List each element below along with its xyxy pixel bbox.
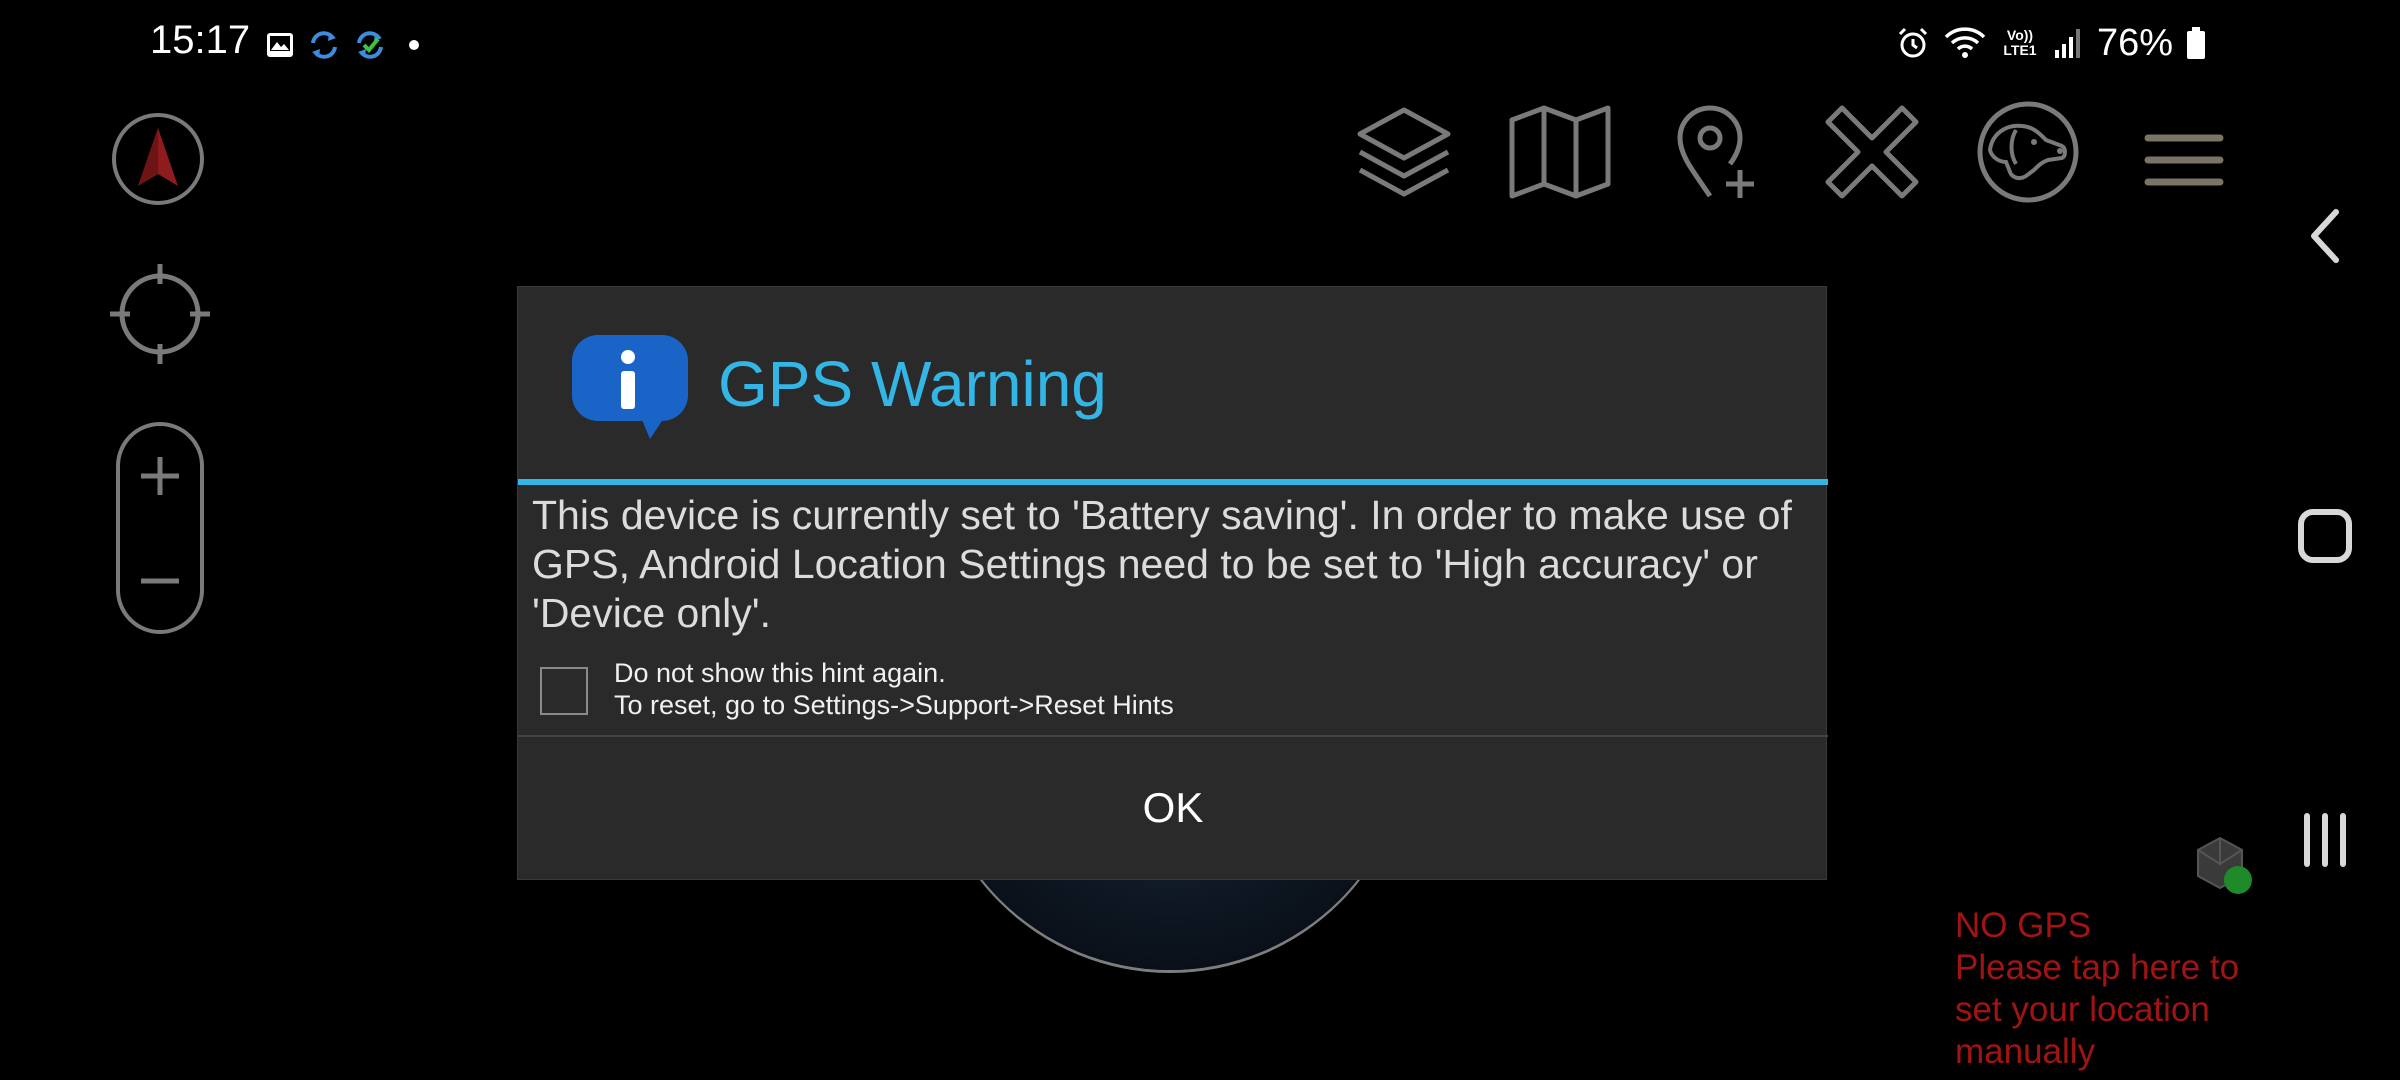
avatar-icon: [2197, 836, 2252, 894]
compass-button[interactable]: [112, 113, 204, 205]
dog-button[interactable]: [1976, 100, 2080, 204]
status-time: 15:17: [150, 18, 251, 62]
gps-warning-dialog: GPS Warning This device is currently set…: [517, 286, 1828, 880]
status-right-icons: Vo)) LTE1 76%: [1895, 18, 2207, 68]
status-bar: 15:17 Vo)) LTE1 76%: [0, 0, 2400, 90]
compass-arrow-icon: [138, 128, 178, 186]
add-location-button[interactable]: [1664, 100, 1768, 204]
plus-icon: [141, 457, 179, 495]
add-location-pin-icon: [1677, 105, 1754, 198]
sync-green-icon: [357, 31, 383, 59]
hint-line-2: To reset, go to Settings->Support->Reset…: [614, 690, 1174, 720]
wifi-icon: [1944, 27, 1986, 58]
status-left-icons: [265, 25, 429, 65]
no-gps-title: NO GPS: [1955, 906, 2092, 945]
nav-back-button[interactable]: [2290, 196, 2360, 276]
ok-button[interactable]: OK: [518, 737, 1828, 879]
app-screen: 15:17 Vo)) LTE1 76% GPS Warning This dev…: [0, 0, 2400, 1080]
dialog-title: GPS Warning: [718, 348, 1107, 420]
close-button[interactable]: [1820, 100, 1924, 204]
recents-icon: [2304, 813, 2346, 867]
dog-icon: [1977, 101, 2079, 203]
close-x-icon: [1825, 105, 1919, 199]
layers-button[interactable]: [1352, 100, 1456, 204]
nav-recents-button[interactable]: [2290, 800, 2360, 880]
zoom-control: [116, 422, 204, 634]
signal-icon: [2055, 29, 2080, 58]
battery-icon: [2187, 27, 2206, 59]
minus-icon: [141, 578, 179, 584]
no-gps-message[interactable]: NO GPS Please tap here to set your locat…: [1955, 905, 2285, 1073]
image-icon: [267, 33, 293, 57]
hint-checkbox[interactable]: [540, 667, 588, 715]
volte-label: Vo)) LTE1: [2003, 27, 2037, 58]
dialog-message: This device is currently set to 'Battery…: [532, 492, 1792, 636]
menu-icon: [2144, 134, 2224, 186]
sync-icon: [311, 31, 337, 59]
dot-icon: [409, 40, 419, 50]
locate-button[interactable]: [108, 262, 212, 366]
menu-button[interactable]: [2132, 100, 2236, 204]
user-avatar-badge[interactable]: [2192, 834, 2262, 904]
zoom-out-button[interactable]: [120, 551, 200, 611]
title-divider: [518, 479, 1828, 485]
back-chevron-icon: [2311, 209, 2339, 263]
hint-line-1: Do not show this hint again.: [614, 658, 946, 688]
crosshair-icon: [110, 264, 210, 364]
layers-icon: [1357, 107, 1451, 197]
alarm-icon: [1898, 27, 1928, 58]
no-gps-instructions: Please tap here to set your location man…: [1955, 948, 2240, 1071]
home-square-icon: [2298, 509, 2352, 563]
nav-home-button[interactable]: [2290, 496, 2360, 576]
zoom-in-button[interactable]: [120, 446, 200, 506]
dialog-header: GPS Warning: [518, 287, 1828, 481]
battery-percent: 76%: [2097, 21, 2174, 64]
map-button[interactable]: [1508, 100, 1612, 204]
hint-row: Do not show this hint again. To reset, g…: [540, 657, 1810, 733]
info-icon: [572, 335, 688, 439]
volte-icon: Vo)) LTE1: [1999, 28, 2041, 58]
hint-text[interactable]: Do not show this hint again. To reset, g…: [614, 657, 1174, 721]
map-icon: [1509, 105, 1611, 199]
